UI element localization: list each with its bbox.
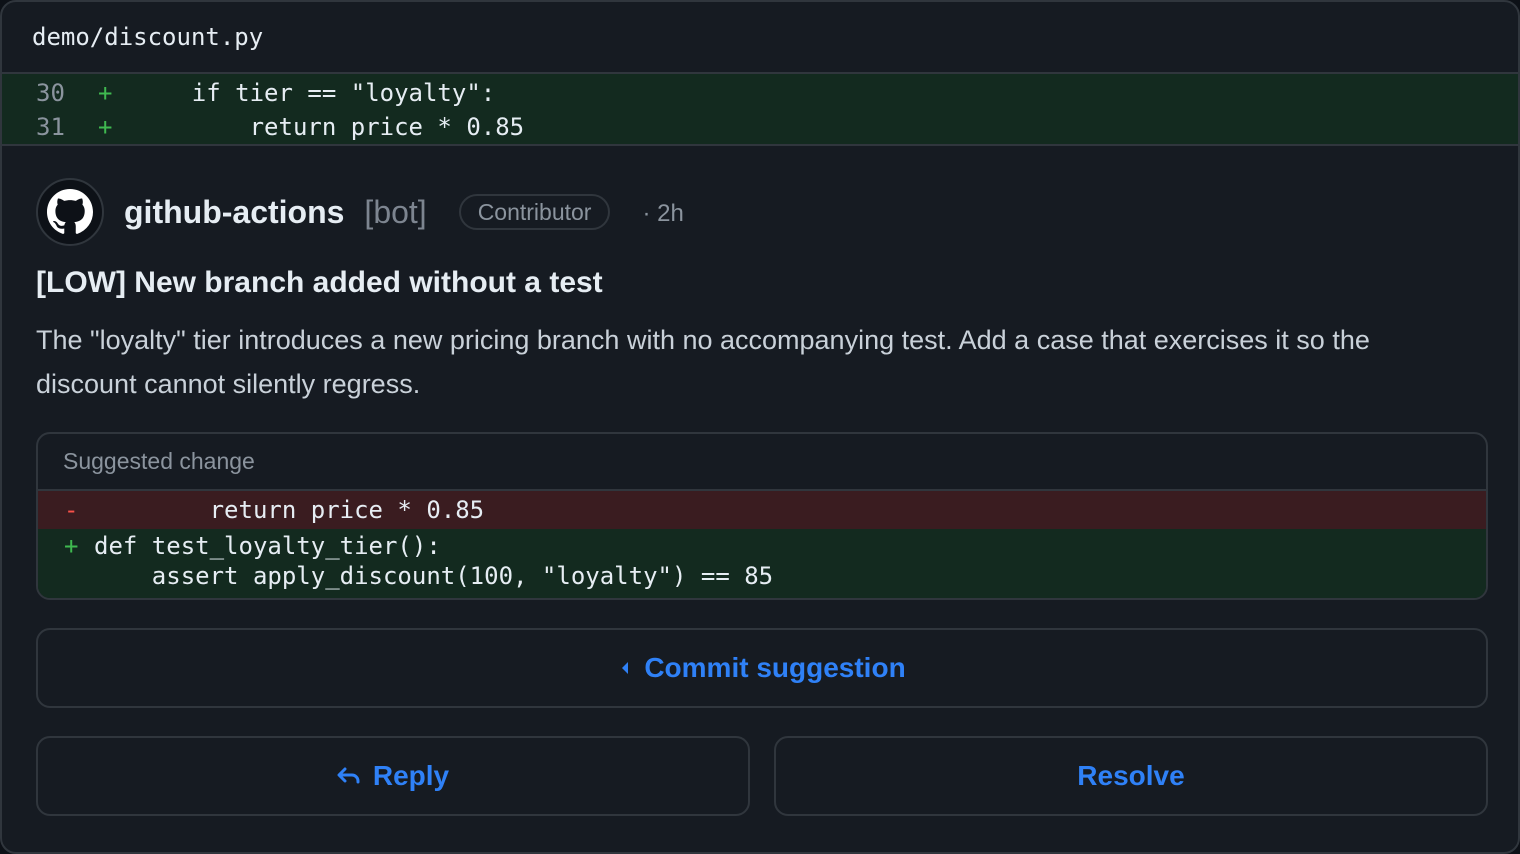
resolve-button[interactable]: Resolve [774, 736, 1488, 816]
code-text: return price * 0.85 [134, 113, 525, 141]
commit-suggestion-label: Commit suggestion [644, 652, 906, 683]
added-lines: + def test_loyalty_tier(): assert apply_… [38, 529, 1486, 598]
comment-body: The "loyalty" tier introduces a new pric… [36, 325, 1370, 399]
added-sign: + [98, 79, 113, 107]
diff-line: 31 + return price * 0.85 [2, 110, 1518, 144]
added-sign: + [64, 532, 79, 560]
suggested-change-header: Suggested change [38, 434, 1486, 491]
bot-tag: [bot] [364, 193, 427, 230]
reply-label: Reply [372, 760, 450, 791]
line-number[interactable]: 30 [2, 79, 98, 107]
author-name[interactable]: github-actions [124, 194, 344, 231]
reply-button[interactable]: Reply [36, 736, 750, 816]
diff-hunk: 30 + if tier == "loyalty": 31 + return p… [2, 74, 1518, 146]
comment-title: [LOW] New branch added without a test [36, 266, 603, 299]
removed-sign: - [64, 496, 79, 524]
role-badge: Contributor [458, 194, 611, 230]
added-line: assert apply_discount(100, "loyalty") ==… [38, 561, 1486, 591]
reply-arrow-icon [337, 766, 361, 786]
code-text: return price * 0.85 [94, 496, 485, 524]
code-text: def test_loyalty_tier(): [94, 532, 441, 560]
code-text: assert apply_discount(100, "loyalty") ==… [94, 562, 774, 590]
avatar[interactable] [36, 178, 104, 246]
commit-icon [618, 659, 632, 677]
comment-header: github-actions [bot] Contributor · 2h [36, 178, 684, 246]
suggested-change-block: Suggested change - return price * 0.85 +… [36, 432, 1488, 600]
resolve-label: Resolve [1077, 760, 1185, 791]
added-sign: + [98, 113, 113, 141]
diff-line: 30 + if tier == "loyalty": [2, 76, 1518, 110]
github-mark-icon [47, 189, 93, 234]
file-path-header[interactable]: demo/discount.py [2, 2, 1518, 74]
timestamp[interactable]: · 2h [642, 196, 683, 228]
review-comment-card: demo/discount.py 30 + if tier == "loyalt… [0, 0, 1520, 854]
commit-suggestion-button[interactable]: Commit suggestion [36, 628, 1488, 708]
line-number[interactable]: 31 [2, 113, 98, 141]
code-text: if tier == "loyalty": [134, 79, 496, 107]
added-line: + def test_loyalty_tier(): [38, 531, 1486, 561]
file-path[interactable]: demo/discount.py [32, 23, 263, 51]
removed-line: - return price * 0.85 [38, 491, 1486, 529]
